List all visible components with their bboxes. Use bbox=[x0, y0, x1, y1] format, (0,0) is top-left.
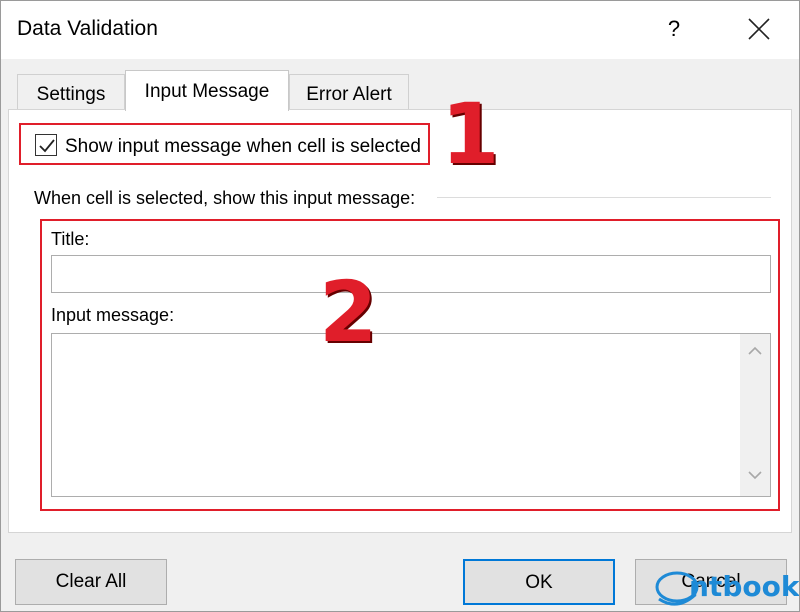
close-button[interactable] bbox=[739, 11, 779, 47]
scroll-up-icon[interactable] bbox=[748, 346, 762, 356]
dialog-title: Data Validation bbox=[17, 17, 158, 40]
data-validation-dialog: Data Validation ? Settings Input Message… bbox=[0, 0, 800, 612]
close-icon bbox=[748, 18, 770, 40]
scroll-down-icon[interactable] bbox=[748, 470, 762, 480]
show-input-message-label[interactable]: Show input message when cell is selected bbox=[65, 136, 421, 158]
group-divider bbox=[437, 197, 771, 198]
group-label: When cell is selected, show this input m… bbox=[34, 188, 416, 208]
tab-settings[interactable]: Settings bbox=[17, 74, 125, 110]
title-input[interactable] bbox=[51, 255, 771, 293]
title-field-label: Title: bbox=[51, 229, 90, 249]
tab-error-alert[interactable]: Error Alert bbox=[289, 74, 409, 110]
tab-input-message[interactable]: Input Message bbox=[125, 70, 289, 111]
svg-text:ntbook: ntbook bbox=[689, 570, 799, 603]
input-message-textarea[interactable] bbox=[51, 333, 771, 497]
message-scrollbar[interactable] bbox=[740, 334, 770, 496]
input-message-field-label: Input message: bbox=[51, 305, 175, 325]
annotation-number-1: 1 bbox=[441, 85, 500, 183]
title-bar: Data Validation ? bbox=[1, 1, 799, 59]
clear-all-button[interactable]: Clear All bbox=[15, 559, 167, 605]
annotation-number-2: 2 bbox=[319, 263, 378, 361]
watermark-logo: ntbook bbox=[655, 570, 799, 606]
ok-button[interactable]: OK bbox=[463, 559, 615, 605]
help-button[interactable]: ? bbox=[656, 11, 692, 47]
checkmark-icon bbox=[39, 139, 55, 153]
show-input-message-checkbox[interactable] bbox=[35, 134, 57, 156]
